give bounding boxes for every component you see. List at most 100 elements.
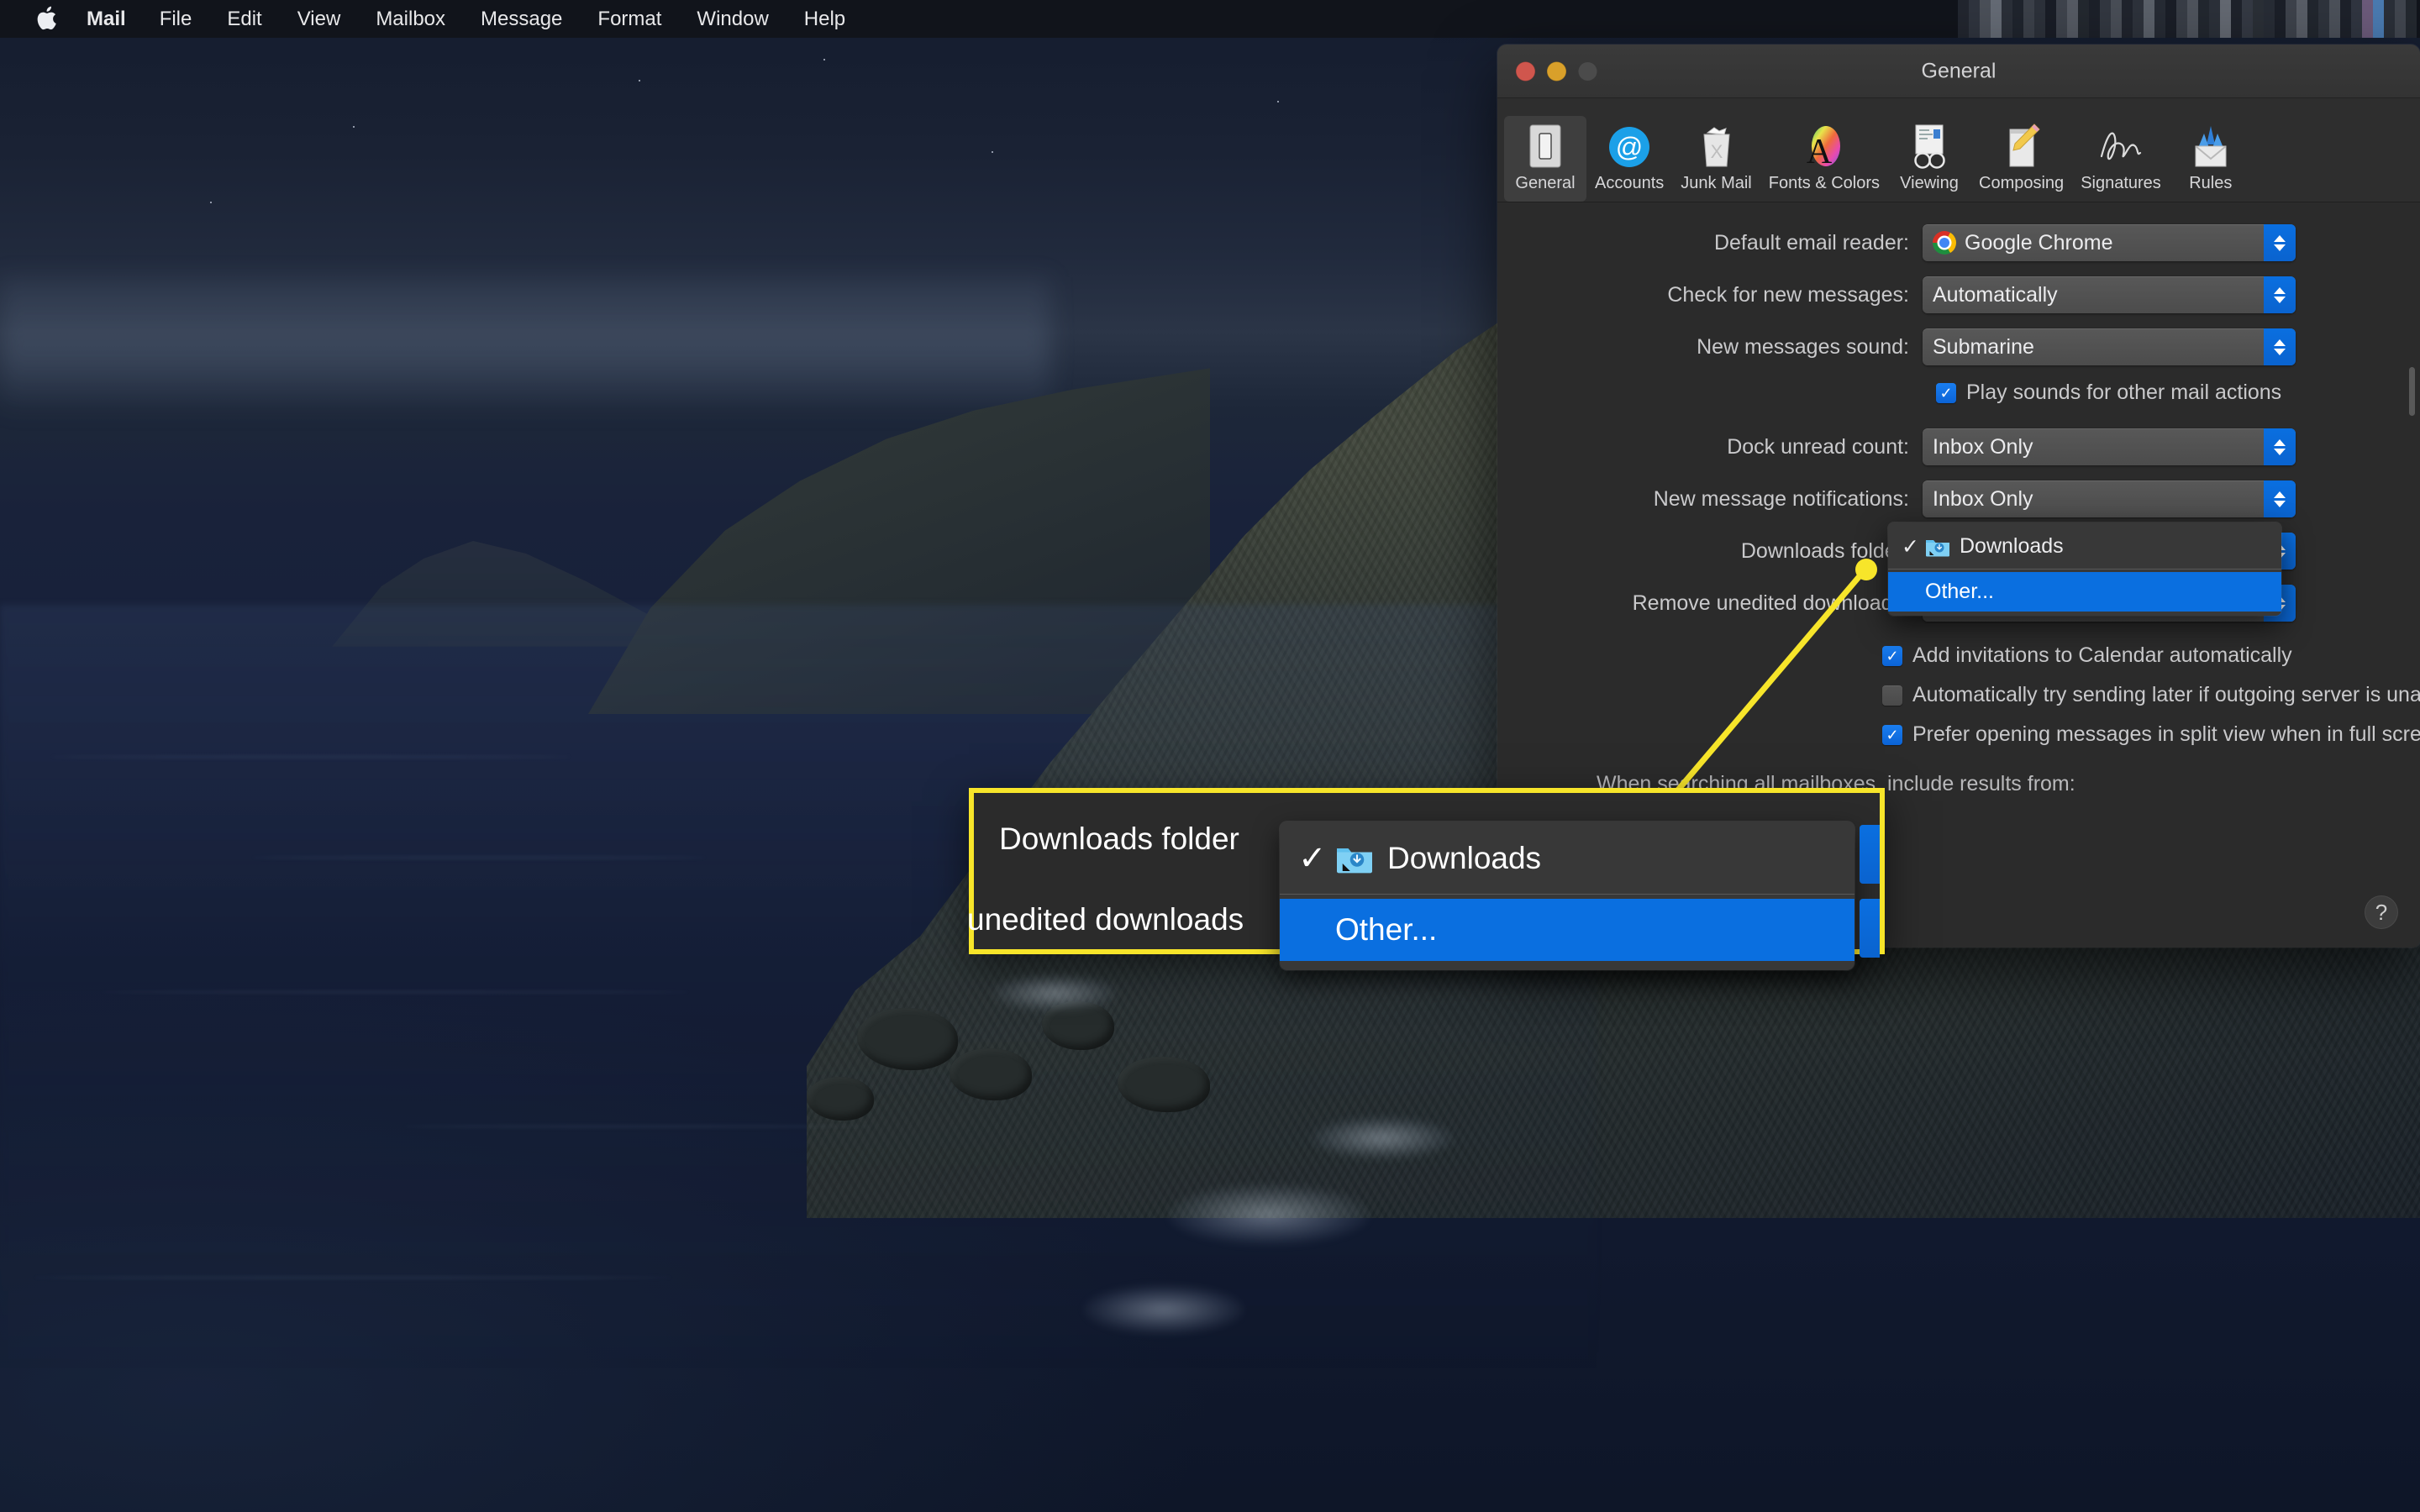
menu-item-format[interactable]: Format: [580, 0, 679, 38]
star: [639, 80, 640, 81]
surf-foam: [1168, 1184, 1370, 1245]
row-dock-unread-count: Dock unread count: Inbox Only: [1497, 428, 2420, 465]
redacted-status-icon: [2340, 0, 2351, 38]
tab-viewing-label: Viewing: [1900, 174, 1959, 192]
redacted-status-icon: [2154, 0, 2165, 38]
wave: [34, 1277, 672, 1278]
menu-item-file[interactable]: File: [142, 0, 210, 38]
menu-bar[interactable]: Mail File Edit View Mailbox Message Form…: [0, 0, 2420, 38]
redacted-status-icon: [2089, 0, 2100, 38]
menu-item-view[interactable]: View: [280, 0, 359, 38]
dropdown-item-downloads-label: Downloads: [1960, 534, 2064, 558]
menu-item-message[interactable]: Message: [463, 0, 580, 38]
redacted-status-icon: [2056, 0, 2067, 38]
menu-item-help[interactable]: Help: [786, 0, 863, 38]
menu-item-window[interactable]: Window: [679, 0, 786, 38]
redacted-status-icon: [2318, 0, 2329, 38]
downloads-folder-dropdown-menu[interactable]: ✓ Downloads Other...: [1888, 522, 2281, 616]
row-check-new-messages: Check for new messages: Automatically: [1497, 276, 2420, 313]
row-default-email-reader: Default email reader: Google Chrome: [1497, 224, 2420, 261]
tab-fonts-colors[interactable]: A Fonts & Colors: [1760, 116, 1888, 202]
help-button[interactable]: ?: [2365, 895, 2398, 929]
new-message-notifications-popup[interactable]: Inbox Only: [1923, 480, 2296, 517]
chrome-icon: [1933, 231, 1956, 255]
redacted-status-icon: [2002, 0, 2012, 38]
downloads-folder-icon: [1335, 843, 1374, 874]
play-sounds-checkbox[interactable]: ✓: [1936, 382, 1956, 403]
surf-foam: [1084, 1285, 1244, 1334]
tab-general[interactable]: General: [1504, 116, 1586, 202]
menu-item-mail[interactable]: Mail: [71, 0, 142, 38]
star: [353, 126, 355, 128]
surf-foam: [992, 974, 1118, 1011]
callout-item-other[interactable]: Other...: [1280, 899, 1854, 961]
envelope-rules-icon: [2188, 121, 2233, 170]
chevron-updown-icon[interactable]: [2264, 480, 2296, 517]
tab-signatures[interactable]: Signatures: [2072, 116, 2170, 202]
remove-unedited-downloads-label: Remove unedited downloads:: [1632, 591, 1909, 615]
chevron-updown-icon[interactable]: [2264, 328, 2296, 365]
auto-try-sending-checkbox[interactable]: [1882, 685, 1902, 706]
tab-composing[interactable]: Composing: [1970, 116, 2072, 202]
callout-label-unedited-downloads: unedited downloads: [967, 902, 1244, 937]
redacted-status-icon: [2165, 0, 2176, 38]
check-new-messages-popup[interactable]: Automatically: [1923, 276, 2296, 313]
tab-fonts-colors-label: Fonts & Colors: [1768, 174, 1881, 192]
redacted-status-icon: [2231, 0, 2242, 38]
tab-junk-mail[interactable]: X Junk Mail: [1672, 116, 1760, 202]
downloads-folder-icon: [1925, 537, 1950, 557]
redacted-status-icon: [2045, 0, 2056, 38]
tab-composing-label: Composing: [1979, 174, 2065, 192]
dock-unread-count-value: Inbox Only: [1933, 434, 2033, 459]
redacted-status-icon: [2329, 0, 2340, 38]
apple-logo-icon[interactable]: [25, 6, 67, 32]
dock-unread-count-popup[interactable]: Inbox Only: [1923, 428, 2296, 465]
redacted-status-icon: [2012, 0, 2023, 38]
window-titlebar[interactable]: General: [1497, 45, 2420, 98]
new-messages-sound-label: New messages sound:: [1697, 334, 1909, 359]
prefer-split-view-checkbox[interactable]: ✓: [1882, 724, 1902, 745]
default-email-reader-popup[interactable]: Google Chrome: [1923, 224, 2296, 261]
callout-dropdown-menu[interactable]: ✓ Downloads Other...: [1280, 822, 1854, 970]
redacted-status-icon: [2373, 0, 2384, 38]
scrollbar-thumb[interactable]: [2409, 367, 2415, 416]
chevron-updown-icon[interactable]: [2264, 428, 2296, 465]
trash-can-icon: X: [1696, 121, 1738, 170]
dropdown-item-downloads[interactable]: ✓ Downloads: [1888, 527, 2281, 566]
callout-item-downloads[interactable]: ✓ Downloads: [1280, 827, 1854, 890]
preferences-toolbar[interactable]: General @ Accounts X Junk Mail A Fonts &…: [1497, 98, 2420, 202]
glasses-icon: [1907, 121, 1952, 170]
tab-rules[interactable]: Rules: [2170, 116, 2252, 202]
redacted-status-icon: [1958, 0, 1969, 38]
chevron-updown-icon[interactable]: [2264, 276, 2296, 313]
menu-item-edit[interactable]: Edit: [209, 0, 279, 38]
svg-text:A: A: [1807, 133, 1833, 170]
redacted-status-icon: [2264, 0, 2275, 38]
svg-text:@: @: [1616, 132, 1643, 162]
tab-accounts[interactable]: @ Accounts: [1586, 116, 1672, 202]
wave: [403, 1126, 874, 1127]
svg-text:X: X: [1710, 141, 1723, 162]
redacted-status-icon: [2122, 0, 2133, 38]
general-switch-icon: [1524, 121, 1566, 170]
menu-bar-status-area[interactable]: [1958, 0, 2420, 38]
redacted-status-icon: [2133, 0, 2144, 38]
redacted-status-icon: [2395, 0, 2406, 38]
tab-general-label: General: [1515, 174, 1576, 192]
play-sounds-label: Play sounds for other mail actions: [1966, 381, 2282, 404]
redacted-status-icon: [2187, 0, 2198, 38]
callout-item-other-label: Other...: [1335, 912, 1438, 947]
tab-rules-label: Rules: [2189, 174, 2233, 192]
menu-item-mailbox[interactable]: Mailbox: [358, 0, 463, 38]
row-prefer-split-view: ✓ Prefer opening messages in split view …: [1869, 722, 2420, 747]
add-invitations-checkbox[interactable]: ✓: [1882, 645, 1902, 666]
tab-viewing[interactable]: Viewing: [1888, 116, 1970, 202]
default-email-reader-label: Default email reader:: [1713, 230, 1909, 255]
row-new-message-notifications: New message notifications: Inbox Only: [1497, 480, 2420, 517]
chevron-updown-icon[interactable]: [2264, 224, 2296, 261]
menu-bar-left: Mail File Edit View Mailbox Message Form…: [0, 0, 863, 38]
magnified-callout-box: Downloads folder unedited downloads ✓ Do…: [967, 788, 1885, 970]
checkmark-icon: ✓: [1298, 840, 1327, 877]
dropdown-item-other[interactable]: Other...: [1888, 572, 2281, 612]
new-messages-sound-popup[interactable]: Submarine: [1923, 328, 2296, 365]
